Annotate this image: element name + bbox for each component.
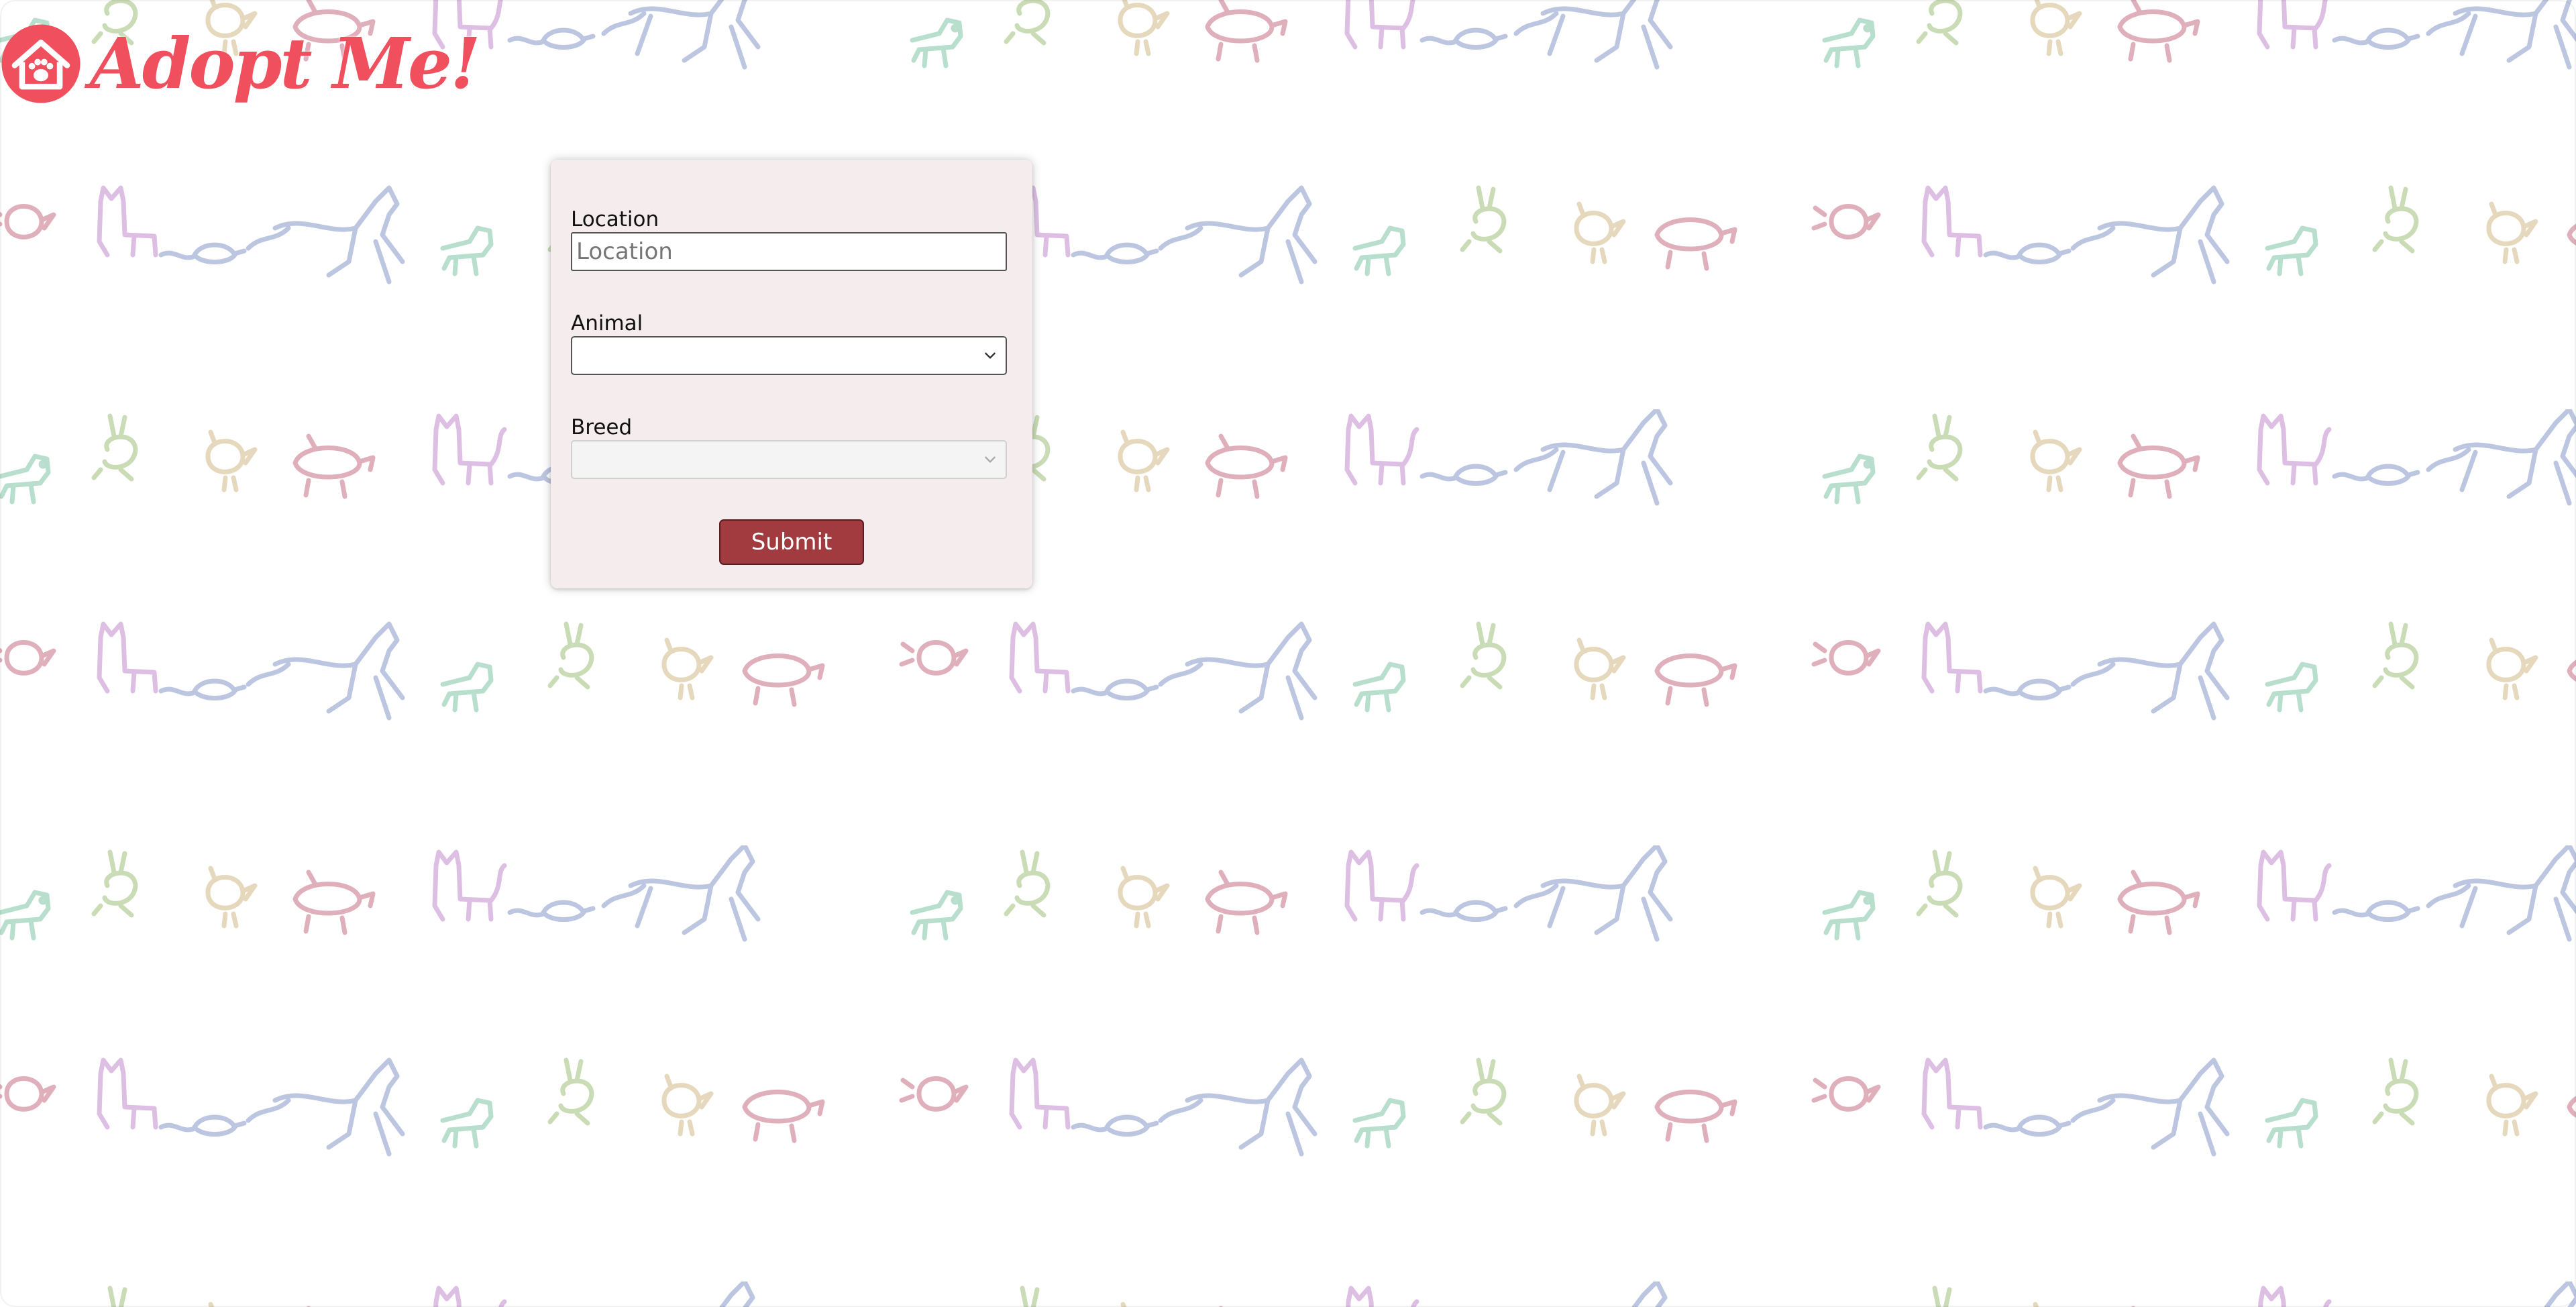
chevron-down-icon	[985, 352, 996, 359]
logo-home-link[interactable]: Adopt Me!	[0, 22, 481, 105]
search-params-form: Location Animal Breed Submit	[551, 160, 1032, 588]
chevron-down-icon	[985, 456, 996, 463]
submit-button[interactable]: Submit	[719, 519, 864, 565]
submit-row: Submit	[571, 519, 1012, 565]
breed-select[interactable]	[571, 440, 1007, 479]
house-with-paw-icon	[1, 24, 80, 103]
animal-label: Animal	[571, 311, 643, 335]
logo-text: Adopt Me!	[90, 22, 481, 105]
location-label: Location	[571, 207, 659, 231]
animal-doodle-background	[0, 0, 2576, 1307]
location-input[interactable]	[571, 232, 1007, 271]
animal-select[interactable]	[571, 336, 1007, 375]
breed-label: Breed	[571, 415, 633, 439]
